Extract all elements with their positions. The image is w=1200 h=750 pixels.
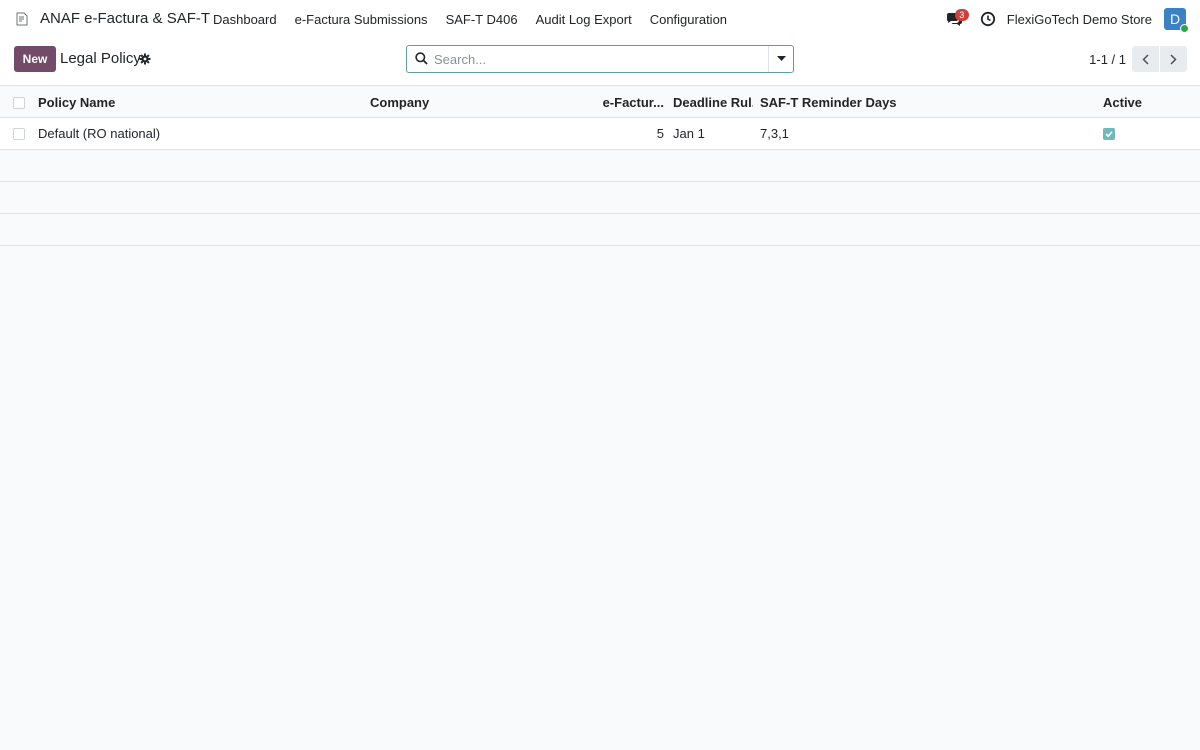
cell-policy-name: Default (RO national) — [38, 126, 161, 141]
cell-efactura: 5 — [656, 126, 664, 141]
menu-item-saft-d406[interactable]: SAF-T D406 — [437, 12, 527, 27]
caret-down-icon — [776, 56, 786, 61]
active-checkbox[interactable] — [1103, 128, 1115, 140]
cell-saft-reminder-days: 7,3,1 — [760, 126, 789, 141]
top-navbar: ANAF e-Factura & SAF-T Dashboard e-Factu… — [0, 0, 1200, 38]
messages-button[interactable]: 3 — [944, 9, 969, 29]
online-status-dot — [1180, 24, 1189, 33]
main-menu: Dashboard e-Factura Submissions SAF-T D4… — [204, 0, 736, 38]
search-input[interactable] — [434, 50, 764, 68]
pager-previous-button[interactable] — [1132, 46, 1159, 72]
row-select-checkbox[interactable] — [13, 128, 25, 140]
gear-icon[interactable] — [139, 53, 151, 65]
app-menu-icon[interactable] — [16, 12, 28, 26]
cell-deadline: Jan 1 — [673, 126, 705, 141]
systray: 3 FlexiGoTech Demo Store D — [944, 0, 1189, 38]
column-header-company[interactable]: Company — [370, 87, 570, 117]
select-all-checkbox[interactable] — [13, 97, 25, 109]
control-panel: New Legal Policy 1-1 / 1 — [0, 38, 1200, 86]
cell-company — [370, 118, 570, 149]
pager-next-button[interactable] — [1160, 46, 1187, 72]
empty-row — [0, 150, 1200, 182]
pager-value[interactable]: 1-1 / 1 — [1089, 52, 1126, 67]
menu-item-efactura-submissions[interactable]: e-Factura Submissions — [286, 12, 437, 27]
menu-item-audit-log-export[interactable]: Audit Log Export — [527, 12, 641, 27]
empty-row — [0, 182, 1200, 214]
column-header-active[interactable]: Active — [1103, 87, 1183, 117]
page-title: Legal Policy — [60, 50, 141, 67]
avatar-letter: D — [1169, 11, 1181, 27]
app-name[interactable]: ANAF e-Factura & SAF-T — [40, 10, 210, 27]
chevron-right-icon — [1170, 53, 1177, 65]
search-options-toggle[interactable] — [768, 46, 793, 72]
chevron-left-icon — [1142, 53, 1149, 65]
column-header-efactura[interactable]: e-Factur... — [596, 87, 664, 117]
search-icon — [415, 52, 428, 65]
empty-row — [0, 214, 1200, 246]
check-icon — [1105, 131, 1113, 138]
column-header-saft-reminder-days[interactable]: SAF-T Reminder Days — [760, 87, 960, 117]
column-header-policy-name[interactable]: Policy Name — [38, 87, 358, 117]
table-header: Policy Name Company e-Factur... Deadline… — [0, 87, 1200, 118]
user-avatar[interactable]: D — [1164, 8, 1189, 33]
menu-item-configuration[interactable]: Configuration — [641, 12, 736, 27]
new-button[interactable]: New — [14, 46, 56, 72]
list-view: Policy Name Company e-Factur... Deadline… — [0, 87, 1200, 246]
search-box — [406, 45, 794, 73]
activity-clock-icon[interactable] — [980, 11, 996, 27]
messages-badge: 3 — [954, 9, 969, 21]
menu-item-dashboard[interactable]: Dashboard — [204, 12, 286, 27]
table-row[interactable]: Default (RO national) 5 Jan 1 7,3,1 — [0, 118, 1200, 150]
company-switcher[interactable]: FlexiGoTech Demo Store — [1007, 12, 1152, 27]
column-header-deadline-rule[interactable]: Deadline Rul... — [673, 87, 753, 117]
